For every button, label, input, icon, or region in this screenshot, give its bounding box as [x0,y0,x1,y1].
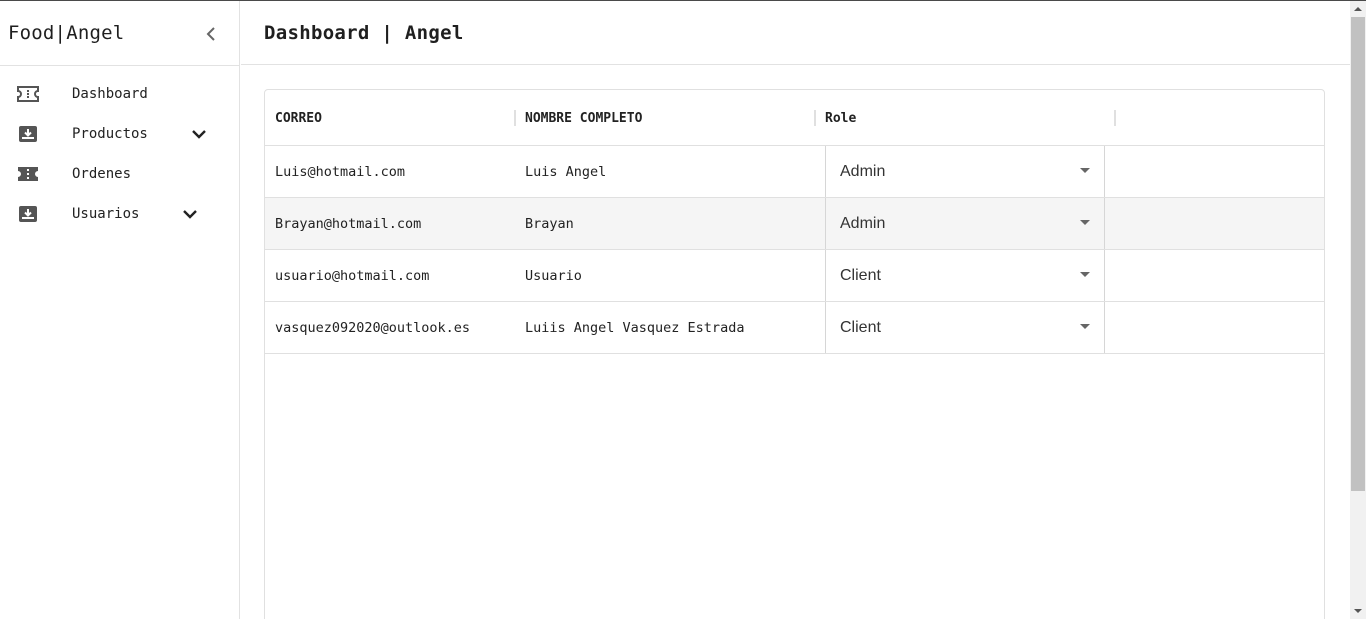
arrow-up-icon [1354,7,1362,11]
inbox-download-icon [17,124,39,144]
scroll-thumb[interactable] [1351,17,1365,491]
vertical-scrollbar[interactable] [1350,1,1366,619]
sidebar-item-label: Ordenes [72,166,132,182]
email-cell: Brayan@hotmail.com [275,215,422,232]
brand-logo-text[interactable]: Food|Angel [8,22,124,44]
chevron-down-icon[interactable] [190,125,208,143]
ticket-filled-icon [17,164,39,184]
users-table: CORREO NOMBRE COMPLETO Role Luis@hotmail… [264,89,1325,619]
email-cell: Luis@hotmail.com [275,163,406,180]
table-row[interactable]: vasquez092020@outlook.es Luiis Angel Vas… [265,302,1324,354]
caret-down-icon [1080,168,1090,173]
table-header: CORREO NOMBRE COMPLETO Role [265,90,1324,146]
table-row[interactable]: usuario@hotmail.com Usuario Client [265,250,1324,302]
sidebar-item-usuarios[interactable]: Usuarios [0,194,239,234]
chevron-left-icon [206,27,215,41]
sidebar: Food|Angel Dashboard Productos Ordenes U… [0,1,240,619]
sidebar-item-label: Usuarios [72,206,140,222]
ticket-icon [17,84,39,104]
column-header-correo[interactable]: CORREO [275,90,322,146]
chevron-down-icon[interactable] [181,205,199,223]
column-separator[interactable] [1114,110,1116,126]
sidebar-header: Food|Angel [0,1,239,66]
role-value: Admin [840,162,886,180]
caret-down-icon [1080,220,1090,225]
scroll-down-button[interactable] [1350,603,1366,619]
email-cell: vasquez092020@outlook.es [275,319,471,336]
column-separator[interactable] [814,110,816,126]
sidebar-item-dashboard[interactable]: Dashboard [0,74,239,114]
role-value: Admin [840,214,886,232]
arrow-down-icon [1354,609,1362,613]
role-select[interactable]: Client [825,302,1105,353]
name-cell: Luiis Angel Vasquez Estrada [525,319,745,336]
inbox-download-icon [17,204,39,224]
caret-down-icon [1080,272,1090,277]
role-select[interactable]: Admin [825,146,1105,197]
table-row[interactable]: Brayan@hotmail.com Brayan Admin [265,198,1324,250]
column-header-role[interactable]: Role [825,90,856,146]
sidebar-nav: Dashboard Productos Ordenes Usuarios [0,66,239,234]
column-separator[interactable] [514,110,516,126]
email-cell: usuario@hotmail.com [275,267,430,284]
role-select[interactable]: Admin [825,198,1105,249]
role-select[interactable]: Client [825,250,1105,301]
sidebar-item-label: Productos [72,126,148,142]
role-value: Client [840,266,881,284]
collapse-sidebar-button[interactable] [200,23,222,45]
role-value: Client [840,318,881,336]
table-row[interactable]: Luis@hotmail.com Luis Angel Admin [265,146,1324,198]
sidebar-item-ordenes[interactable]: Ordenes [0,154,239,194]
scroll-up-button[interactable] [1350,1,1366,17]
caret-down-icon [1080,324,1090,329]
sidebar-item-productos[interactable]: Productos [0,114,239,154]
name-cell: Brayan [525,215,574,232]
page-header: Dashboard | Angel [241,1,1350,65]
sidebar-item-label: Dashboard [72,86,148,102]
name-cell: Usuario [525,267,582,284]
column-header-nombre[interactable]: NOMBRE COMPLETO [525,90,642,146]
page-title: Dashboard | Angel [264,21,464,44]
name-cell: Luis Angel [525,163,607,180]
